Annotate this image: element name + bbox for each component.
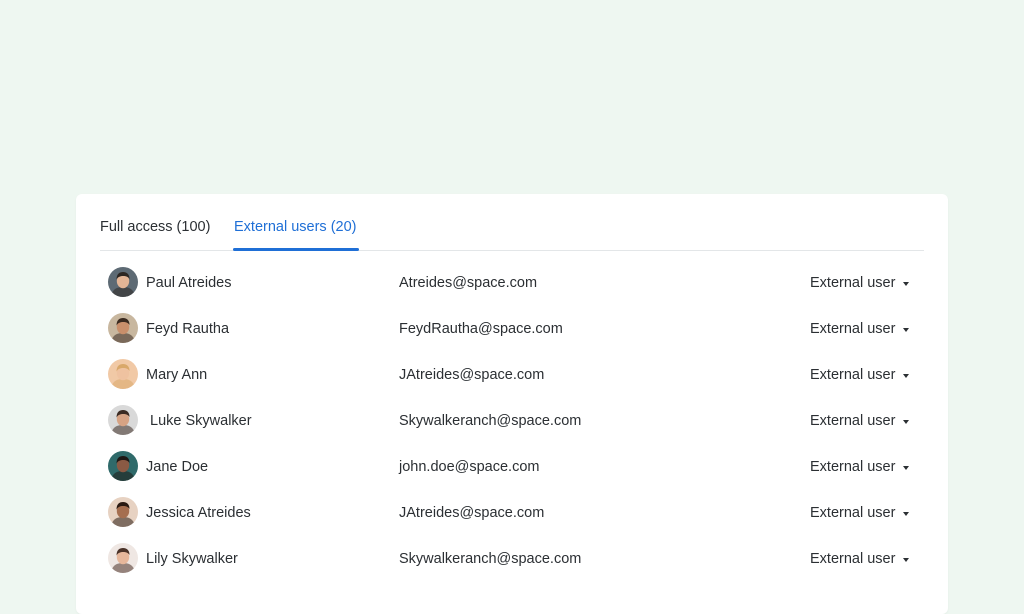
user-name: Jessica Atreides bbox=[146, 505, 251, 521]
user-avatar bbox=[108, 313, 138, 343]
caret-down-icon[interactable] bbox=[903, 328, 909, 332]
user-row: Feyd Rautha FeydRautha@space.com External … bbox=[108, 306, 924, 352]
user-name: Lily Skywalker bbox=[146, 551, 238, 567]
user-name: Paul Atreides bbox=[146, 275, 232, 291]
user-email: FeydRautha@space.com bbox=[399, 321, 563, 337]
user-row: Paul Atreides Atreides@space.com External … bbox=[108, 260, 924, 306]
caret-down-icon[interactable] bbox=[903, 374, 909, 378]
caret-down-icon[interactable] bbox=[903, 558, 909, 562]
user-name: Mary Ann bbox=[146, 367, 208, 383]
user-row: Luke Skywalker Skywalkeranch@space.com Ext… bbox=[108, 398, 924, 444]
user-row: Mary Ann JAtreides@space.com External user bbox=[108, 352, 924, 398]
user-avatar bbox=[108, 497, 138, 527]
user-email: JAtreides@space.com bbox=[399, 367, 545, 383]
user-row: Jane Doe john.doe@space.com External user bbox=[108, 444, 924, 490]
user-name: Feyd Rautha bbox=[146, 321, 230, 337]
role-dropdown[interactable]: External user bbox=[810, 275, 895, 291]
caret-down-icon[interactable] bbox=[903, 420, 909, 424]
role-dropdown[interactable]: External user bbox=[810, 551, 895, 567]
caret-down-icon[interactable] bbox=[903, 282, 909, 286]
caret-down-icon[interactable] bbox=[903, 466, 909, 470]
user-avatar bbox=[108, 267, 138, 297]
role-dropdown[interactable]: External user bbox=[810, 505, 895, 521]
user-email: Atreides@space.com bbox=[399, 275, 538, 291]
user-avatar bbox=[108, 451, 138, 481]
caret-down-icon[interactable] bbox=[903, 512, 909, 516]
user-list: Paul Atreides Atreides@space.com External … bbox=[108, 260, 924, 582]
tab-bar: Full access (100) External users (20) bbox=[100, 194, 924, 251]
user-email: john.doe@space.com bbox=[399, 459, 540, 475]
user-row: Lily Skywalker Skywalkeranch@space.com Ext… bbox=[108, 536, 924, 582]
user-email: Skywalkeranch@space.com bbox=[399, 551, 582, 567]
user-email: JAtreides@space.com bbox=[399, 505, 545, 521]
user-avatar bbox=[108, 359, 138, 389]
user-name: Luke Skywalker bbox=[146, 413, 252, 429]
user-avatar bbox=[108, 405, 138, 435]
tab-full-access[interactable]: Full access (100) bbox=[100, 219, 210, 235]
active-tab-indicator bbox=[233, 248, 359, 251]
role-dropdown[interactable]: External user bbox=[810, 321, 895, 337]
users-card: Full access (100) External users (20) Pa… bbox=[76, 194, 948, 614]
tab-external-users[interactable]: External users (20) bbox=[234, 219, 357, 235]
user-avatar bbox=[108, 543, 138, 573]
user-email: Skywalkeranch@space.com bbox=[399, 413, 582, 429]
user-row: Jessica Atreides JAtreides@space.com Exter… bbox=[108, 490, 924, 536]
role-dropdown[interactable]: External user bbox=[810, 413, 895, 429]
role-dropdown[interactable]: External user bbox=[810, 459, 895, 475]
role-dropdown[interactable]: External user bbox=[810, 367, 895, 383]
user-name: Jane Doe bbox=[146, 459, 209, 475]
